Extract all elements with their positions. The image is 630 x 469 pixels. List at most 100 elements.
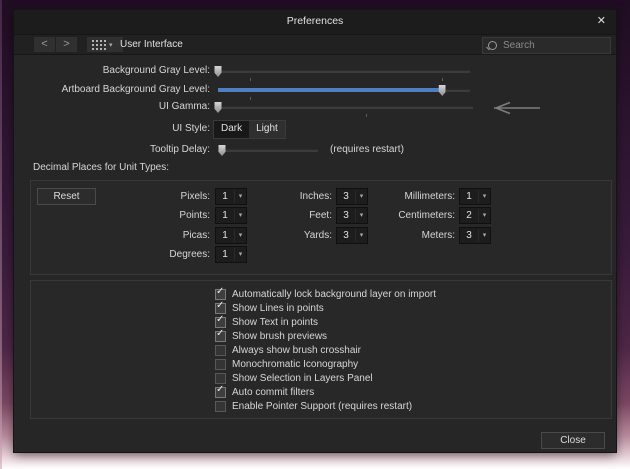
millimeters-label: Millimeters:: [355, 191, 455, 202]
decimal-places-section-label: Decimal Places for Unit Types:: [33, 162, 169, 173]
slider-track: [218, 106, 473, 109]
background-gray-label: Background Gray Level:: [14, 65, 210, 76]
tooltip-delay-slider[interactable]: [218, 144, 318, 160]
checkbox[interactable]: ✓: [215, 345, 226, 356]
check-icon: ✓: [216, 328, 224, 339]
inches-label: Inches:: [232, 191, 332, 202]
feet-value: 3: [337, 210, 355, 221]
ui-style-segment: Dark Light: [213, 120, 286, 139]
checkbox-row[interactable]: ✓ Monochromatic Iconography: [215, 358, 358, 370]
ui-style-label: UI Style:: [14, 123, 210, 134]
centimeters-value: 2: [460, 210, 478, 221]
grid-icon: [92, 40, 106, 50]
forward-button[interactable]: >: [56, 37, 77, 52]
checkbox-label: Auto commit filters: [232, 387, 314, 398]
checkbox-label: Always show brush crosshair: [232, 345, 361, 356]
slider-track: [218, 149, 318, 152]
chevron-down-icon: ▾: [478, 190, 490, 203]
feet-label: Feet:: [232, 210, 332, 221]
slider-track: [218, 70, 470, 73]
ui-gamma-slider[interactable]: [218, 101, 473, 117]
toolbar: < > ▾ User Interface: [14, 35, 616, 55]
meters-dropdown[interactable]: 3 ▾: [459, 227, 491, 244]
millimeters-dropdown[interactable]: 1 ▾: [459, 188, 491, 205]
chevron-down-icon: ▾: [478, 209, 490, 222]
checkbox[interactable]: ✓: [215, 359, 226, 370]
preferences-dialog: Preferences ✕ < > ▾ User Interface Backg…: [14, 10, 616, 452]
title-bar: Preferences ✕: [14, 10, 616, 35]
forward-icon: >: [63, 38, 69, 50]
slider-thumb[interactable]: [219, 145, 226, 156]
checkbox[interactable]: ✓: [215, 331, 226, 342]
yards-value: 3: [337, 230, 355, 241]
slider-tick: [366, 114, 367, 117]
background-gray-slider[interactable]: [218, 65, 470, 81]
checkbox-label: Enable Pointer Support (requires restart…: [232, 401, 412, 412]
check-icon: ✓: [216, 300, 224, 311]
degrees-value: 1: [216, 249, 234, 260]
checkbox[interactable]: ✓: [215, 303, 226, 314]
ui-style-dark-button[interactable]: Dark: [214, 121, 249, 138]
ui-gamma-label: UI Gamma:: [14, 101, 210, 112]
checkbox-row[interactable]: ✓ Auto commit filters: [215, 386, 314, 398]
checkbox[interactable]: ✓: [215, 373, 226, 384]
checkbox-label: Show Lines in points: [232, 303, 324, 314]
back-icon: <: [41, 38, 47, 50]
check-icon: ✓: [216, 286, 224, 297]
checkbox[interactable]: ✓: [215, 289, 226, 300]
checkbox[interactable]: ✓: [215, 387, 226, 398]
checkbox-row[interactable]: ✓ Enable Pointer Support (requires resta…: [215, 400, 412, 412]
slider-thumb[interactable]: [439, 85, 446, 96]
reset-button[interactable]: Reset: [37, 188, 96, 205]
close-button[interactable]: Close: [541, 432, 605, 449]
slider-tick: [442, 78, 443, 81]
centimeters-label: Centimeters:: [355, 210, 455, 221]
picas-label: Picas:: [110, 230, 210, 241]
checkbox-row[interactable]: ✓ Show Text in points: [215, 316, 318, 328]
slider-tick: [250, 78, 251, 81]
section-title: User Interface: [120, 39, 183, 50]
slider-thumb[interactable]: [215, 66, 222, 77]
search-input[interactable]: [501, 39, 610, 52]
checkbox-row[interactable]: ✓ Show Selection in Layers Panel: [215, 372, 373, 384]
view-grid-button[interactable]: ▾: [87, 37, 123, 52]
checkbox-label: Show Text in points: [232, 317, 318, 328]
artboard-gray-slider[interactable]: [218, 84, 470, 100]
meters-label: Meters:: [355, 230, 455, 241]
centimeters-dropdown[interactable]: 2 ▾: [459, 207, 491, 224]
artboard-gray-label: Artboard Background Gray Level:: [14, 84, 210, 95]
checkbox-row[interactable]: ✓ Show brush previews: [215, 330, 327, 342]
meters-value: 3: [460, 230, 478, 241]
checkbox-row[interactable]: ✓ Always show brush crosshair: [215, 344, 361, 356]
checkbox[interactable]: ✓: [215, 401, 226, 412]
check-icon: ✓: [216, 314, 224, 325]
points-label: Points:: [110, 210, 210, 221]
window-title: Preferences: [14, 15, 616, 27]
degrees-dropdown[interactable]: 1 ▾: [215, 246, 247, 263]
back-button[interactable]: <: [34, 37, 55, 52]
slider-fill: [218, 88, 442, 92]
search-box[interactable]: [482, 37, 611, 54]
chevron-down-icon: ▾: [478, 229, 490, 242]
checkbox-row[interactable]: ✓ Automatically lock background layer on…: [215, 288, 436, 300]
checkbox[interactable]: ✓: [215, 317, 226, 328]
yards-label: Yards:: [232, 230, 332, 241]
millimeters-value: 1: [460, 191, 478, 202]
checkbox-label: Monochromatic Iconography: [232, 359, 358, 370]
checkbox-label: Show Selection in Layers Panel: [232, 373, 373, 384]
close-icon[interactable]: ✕: [597, 14, 606, 27]
degrees-label: Degrees:: [110, 249, 210, 260]
ui-style-light-button[interactable]: Light: [249, 121, 285, 138]
search-icon: [488, 41, 497, 50]
annotation-arrow-icon: [476, 100, 542, 116]
pixels-label: Pixels:: [110, 191, 210, 202]
inches-value: 3: [337, 191, 355, 202]
slider-tick: [250, 97, 251, 100]
checkbox-row[interactable]: ✓ Show Lines in points: [215, 302, 324, 314]
check-icon: ✓: [216, 384, 224, 395]
chevron-down-icon: ▾: [234, 248, 246, 261]
checkbox-label: Automatically lock background layer on i…: [232, 289, 436, 300]
tooltip-delay-note: (requires restart): [330, 144, 404, 155]
slider-thumb[interactable]: [215, 102, 222, 113]
checkbox-label: Show brush previews: [232, 331, 327, 342]
